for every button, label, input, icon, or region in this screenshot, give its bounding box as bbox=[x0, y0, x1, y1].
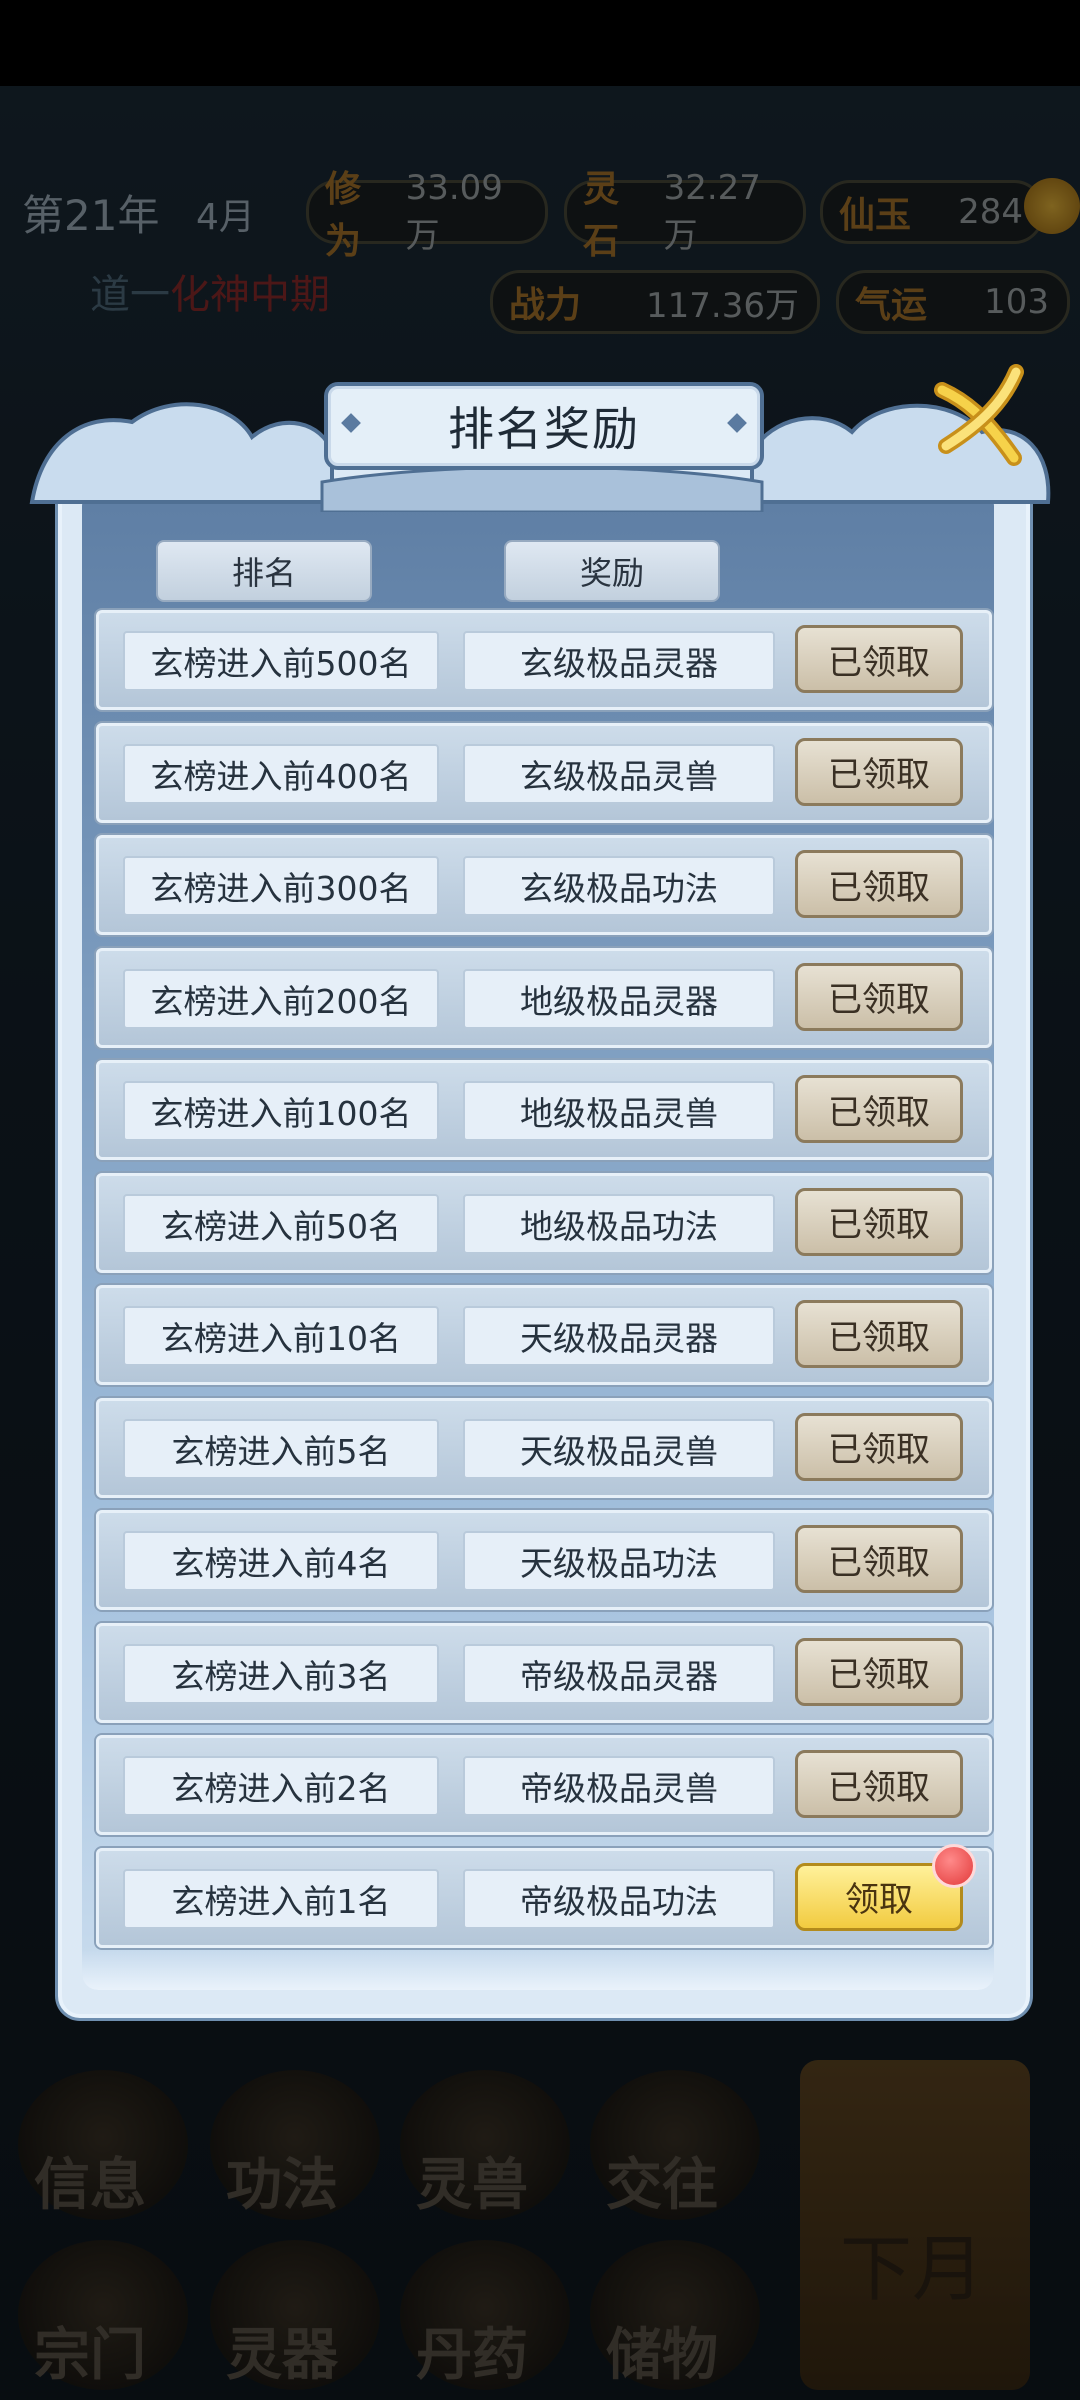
reward-item: 天级极品灵器 bbox=[463, 1306, 775, 1366]
column-header-rank-label: 排名 bbox=[231, 554, 296, 592]
rank-requirement: 玄榜进入前300名 bbox=[123, 856, 439, 916]
claimed-button[interactable]: 已领取 bbox=[795, 1300, 963, 1368]
claim-button-label: 已领取 bbox=[828, 1655, 930, 1695]
reward-row: 玄榜进入前10名 天级极品灵器 已领取 bbox=[96, 1285, 992, 1385]
claim-button-label: 已领取 bbox=[828, 1205, 930, 1245]
rank-requirement: 玄榜进入前4名 bbox=[123, 1531, 439, 1591]
claim-button[interactable]: 领取 bbox=[795, 1843, 976, 1931]
claimed-button[interactable]: 已领取 bbox=[795, 1525, 963, 1593]
rank-requirement: 玄榜进入前2名 bbox=[123, 1756, 439, 1816]
claim-button-label: 已领取 bbox=[828, 642, 930, 683]
reward-item: 地级极品灵兽 bbox=[463, 1081, 775, 1141]
rank-requirement: 玄榜进入前1名 bbox=[123, 1868, 439, 1929]
claimed-button[interactable]: 已领取 bbox=[795, 1750, 963, 1818]
rank-requirement: 玄榜进入前400名 bbox=[123, 743, 439, 804]
reward-item: 帝级极品灵器 bbox=[463, 1643, 775, 1704]
reward-row: 玄榜进入前50名 地级极品功法 已领取 bbox=[96, 1172, 992, 1273]
claimed-button[interactable]: 已领取 bbox=[795, 1075, 963, 1143]
reward-row: 玄榜进入前1名 帝级极品功法 领取 bbox=[96, 1843, 992, 1948]
rank-requirement: 玄榜进入前5名 bbox=[123, 1418, 439, 1479]
reward-row: 玄榜进入前2名 帝级极品灵兽 已领取 bbox=[96, 1735, 992, 1835]
rank-requirement: 玄榜进入前3名 bbox=[123, 1643, 439, 1704]
reward-item: 玄级极品灵器 bbox=[463, 631, 775, 691]
claimed-button[interactable]: 已领取 bbox=[795, 737, 963, 806]
claimed-button[interactable]: 已领取 bbox=[795, 625, 963, 693]
column-header-rank: 排名 bbox=[156, 540, 372, 602]
claim-button-label: 已领取 bbox=[828, 1317, 930, 1358]
reward-row: 玄榜进入前3名 帝级极品灵器 已领取 bbox=[96, 1622, 992, 1723]
reward-row: 玄榜进入前200名 地级极品灵器 已领取 bbox=[96, 947, 992, 1048]
dialog-title: 排名奖励 bbox=[448, 402, 640, 456]
rank-requirement: 玄榜进入前10名 bbox=[123, 1306, 439, 1366]
claim-button-label: 已领取 bbox=[828, 980, 930, 1020]
reward-item: 帝级极品灵兽 bbox=[463, 1756, 775, 1816]
reward-item: 玄级极品功法 bbox=[463, 856, 775, 916]
claim-button-label: 已领取 bbox=[828, 1092, 930, 1133]
rank-requirement: 玄榜进入前50名 bbox=[123, 1193, 439, 1254]
claimed-button[interactable]: 已领取 bbox=[795, 1412, 963, 1481]
rank-requirement: 玄榜进入前100名 bbox=[123, 1081, 439, 1141]
reward-item: 天级极品功法 bbox=[463, 1531, 775, 1591]
reward-row: 玄榜进入前500名 玄级极品灵器 已领取 bbox=[96, 610, 992, 710]
claim-button-label: 领取 bbox=[845, 1880, 913, 1920]
claim-button-label: 已领取 bbox=[828, 1767, 930, 1808]
reward-item: 天级极品灵兽 bbox=[463, 1418, 775, 1479]
claim-button-label: 已领取 bbox=[828, 1542, 930, 1583]
reward-row: 玄榜进入前400名 玄级极品灵兽 已领取 bbox=[96, 722, 992, 823]
reward-row: 玄榜进入前5名 天级极品灵兽 已领取 bbox=[96, 1397, 992, 1498]
column-header-reward-label: 奖励 bbox=[579, 554, 644, 592]
reward-row: 玄榜进入前100名 地级极品灵兽 已领取 bbox=[96, 1060, 992, 1160]
reward-row: 玄榜进入前300名 玄级极品功法 已领取 bbox=[96, 835, 992, 935]
reward-item: 地级极品功法 bbox=[463, 1193, 775, 1254]
claim-button-label: 已领取 bbox=[828, 755, 930, 795]
reward-item: 地级极品灵器 bbox=[463, 968, 775, 1029]
claimed-button[interactable]: 已领取 bbox=[795, 962, 963, 1031]
reward-item: 玄级极品灵兽 bbox=[463, 743, 775, 804]
column-header-reward: 奖励 bbox=[504, 540, 720, 602]
reward-row: 玄榜进入前4名 天级极品功法 已领取 bbox=[96, 1510, 992, 1610]
reward-item: 帝级极品功法 bbox=[463, 1868, 775, 1929]
rank-requirement: 玄榜进入前500名 bbox=[123, 631, 439, 691]
ranking-reward-dialog: 排名奖励 排名 奖励 玄榜进入前500名 玄级极品灵器 已领取 玄榜进入前400名 玄级… bbox=[22, 364, 1058, 2018]
rank-requirement: 玄榜进入前200名 bbox=[123, 968, 439, 1029]
close-icon[interactable] bbox=[924, 360, 1034, 470]
claimed-button[interactable]: 已领取 bbox=[795, 1187, 963, 1256]
notification-dot-icon bbox=[932, 1843, 976, 1888]
dialog-title-plate: 排名奖励 bbox=[324, 382, 764, 470]
claimed-button[interactable]: 已领取 bbox=[795, 850, 963, 918]
claim-button-label: 已领取 bbox=[828, 867, 930, 908]
claim-button-label: 已领取 bbox=[828, 1430, 930, 1470]
claimed-button[interactable]: 已领取 bbox=[795, 1637, 963, 1706]
status-bar bbox=[0, 0, 1080, 86]
